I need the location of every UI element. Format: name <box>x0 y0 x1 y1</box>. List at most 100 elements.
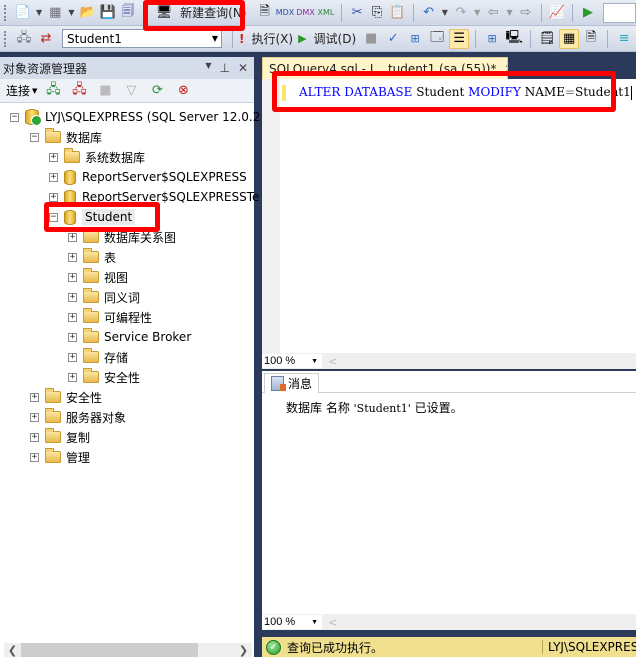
sql-editor[interactable]: ALTER DATABASE Student MODIFY NAME=Stude… <box>262 79 636 353</box>
results-to-file-icon[interactable]: 🗎 <box>581 29 601 49</box>
chevron-down-icon[interactable]: ▼ <box>68 8 74 17</box>
query-designer-icon[interactable]: 🗔 <box>427 29 447 49</box>
expand-icon[interactable]: + <box>68 272 77 282</box>
debug-button[interactable]: ▶ 调试(D) <box>298 30 359 47</box>
navigate-forward-icon[interactable]: ⇨ <box>517 3 535 23</box>
tree-node-system-databases[interactable]: + 系统数据库 <box>0 147 254 167</box>
tree-node-databases[interactable]: − 数据库 <box>0 127 254 147</box>
undo-icon[interactable]: ↶ <box>419 3 437 23</box>
include-actual-plan-icon[interactable]: ⊞ <box>482 29 502 49</box>
cut-icon[interactable]: ✂ <box>348 3 366 23</box>
tree-node-database[interactable]: + ReportServer$SQLEXPRESS <box>0 167 254 187</box>
display-estimated-plan-icon[interactable]: ⊞ <box>405 29 425 49</box>
start-powershell-icon[interactable]: ⊗ <box>173 81 193 101</box>
new-project-icon[interactable]: 📄 <box>14 3 32 23</box>
scroll-right-icon[interactable]: ❯ <box>235 644 252 657</box>
results-zoom-select[interactable]: 100 % ▼ <box>262 615 322 629</box>
expand-icon[interactable]: + <box>30 452 39 462</box>
stop-icon[interactable]: ■ <box>361 29 381 49</box>
tree-node-server[interactable]: − LYJ\SQLEXPRESS (SQL Server 12.0.2 <box>0 107 260 127</box>
tree-node-database[interactable]: + ReportServer$SQLEXPRESSTe <box>0 187 259 207</box>
tree-node-server-child[interactable]: + 服务器对象 <box>0 407 254 427</box>
copy-icon[interactable]: ⎘ <box>368 3 386 23</box>
tree-node-student[interactable]: − Student <box>0 207 254 227</box>
redo-icon[interactable]: ↷ <box>452 3 470 23</box>
expand-icon[interactable]: + <box>68 372 77 382</box>
tab-query[interactable]: SQLQuery4.sql - L...tudent1 (sa (55))* ✕ <box>262 57 508 79</box>
execute-button[interactable]: ! 执行(X) <box>239 30 296 47</box>
filter-icon[interactable]: ▽ <box>121 81 141 101</box>
collapse-icon[interactable]: − <box>49 212 58 222</box>
start-icon[interactable]: ▶ <box>579 3 597 23</box>
parse-checkmark-icon[interactable]: ✓ <box>383 29 403 49</box>
collapse-icon[interactable]: − <box>10 112 19 122</box>
scrollbar-thumb[interactable] <box>21 643 198 657</box>
tree-node-child[interactable]: + Service Broker <box>0 327 254 347</box>
pin-icon[interactable]: ⊥ <box>219 61 229 75</box>
window-position-dropdown-icon[interactable]: ▼ <box>205 61 211 75</box>
dmx-query-icon[interactable]: DMX <box>296 3 315 23</box>
results-to-text-icon[interactable]: 🗒 <box>537 29 557 49</box>
expand-icon[interactable]: + <box>30 412 39 422</box>
sql-code-line[interactable]: ALTER DATABASE Student MODIFY NAME=Stude… <box>299 85 632 100</box>
expand-icon[interactable]: + <box>30 432 39 442</box>
paste-icon[interactable]: 📋 <box>388 3 406 23</box>
database-engine-query-icon[interactable]: 🗎 <box>255 3 273 23</box>
connect-button[interactable]: 连接 ▼ <box>6 82 37 99</box>
add-item-icon[interactable]: ▦ <box>46 3 64 23</box>
tree-node-child[interactable]: + 同义词 <box>0 287 254 307</box>
toolbar-grip[interactable] <box>4 4 8 21</box>
expand-icon[interactable]: + <box>30 392 39 402</box>
stop-icon[interactable]: ■ <box>95 81 115 101</box>
expand-icon[interactable]: + <box>68 312 77 322</box>
connect-icon[interactable]: 🖧 <box>14 29 34 49</box>
tree-node-server-child[interactable]: + 复制 <box>0 427 254 447</box>
disconnect-icon[interactable]: 🖧 <box>69 81 89 101</box>
tree-node-server-child[interactable]: + 管理 <box>0 447 254 467</box>
expand-icon[interactable]: + <box>68 252 77 262</box>
expand-icon[interactable]: + <box>49 152 58 162</box>
chevron-down-icon[interactable]: ▼ <box>36 8 42 17</box>
scroll-left-icon[interactable]: < <box>328 616 337 629</box>
save-all-icon[interactable]: 🗐 <box>119 3 137 23</box>
tree-node-child[interactable]: + 表 <box>0 247 254 267</box>
tree-node-child[interactable]: + 视图 <box>0 267 254 287</box>
comment-lines-icon[interactable]: ≡ <box>614 29 634 49</box>
tree-node-child[interactable]: + 可编程性 <box>0 307 254 327</box>
close-tab-icon[interactable]: ✕ <box>504 62 507 76</box>
save-icon[interactable]: 💾 <box>99 3 117 23</box>
refresh-icon[interactable]: ⟳ <box>147 81 167 101</box>
mdx-query-icon[interactable]: MDX <box>276 3 295 23</box>
tree-node-child[interactable]: + 数据库关系图 <box>0 227 254 247</box>
expand-icon[interactable]: + <box>68 352 77 362</box>
available-databases-select[interactable]: Student1 ▼ <box>62 29 222 48</box>
close-icon[interactable]: ✕ <box>238 61 248 75</box>
tab-messages[interactable]: 消息 <box>264 373 320 394</box>
tree-node-child[interactable]: + 安全性 <box>0 367 254 387</box>
expand-icon[interactable]: + <box>68 232 77 242</box>
expand-icon[interactable]: + <box>49 192 58 202</box>
tree-node-server-child[interactable]: + 安全性 <box>0 387 254 407</box>
tree-node-child[interactable]: + 存储 <box>0 347 254 367</box>
client-statistics-icon[interactable]: 🖳 <box>504 29 524 49</box>
expand-icon[interactable]: + <box>68 292 77 302</box>
scroll-left-icon[interactable]: < <box>328 355 337 368</box>
xmla-query-icon[interactable]: XML <box>317 3 335 23</box>
collapse-icon[interactable]: − <box>30 132 39 142</box>
navigate-backward-icon[interactable]: ⇦ <box>484 3 502 23</box>
activity-monitor-icon[interactable]: 📈 <box>548 3 566 23</box>
chevron-down-icon[interactable]: ▼ <box>442 8 448 17</box>
expand-icon[interactable]: + <box>49 172 58 182</box>
query-options-icon[interactable]: ☰ <box>449 28 470 49</box>
expand-icon[interactable]: + <box>68 332 77 342</box>
toolbar-grip[interactable] <box>4 30 8 47</box>
connect-object-explorer-icon[interactable]: 🖧 <box>43 81 63 101</box>
change-connection-icon[interactable]: ⇄ <box>36 29 56 49</box>
find-input[interactable] <box>603 2 636 23</box>
new-query-button[interactable]: 🖥 新建查询(N) <box>150 2 253 24</box>
results-to-grid-icon[interactable]: ▦ <box>559 28 580 49</box>
chevron-down-icon[interactable]: ▼ <box>506 8 512 17</box>
editor-zoom-select[interactable]: 100 % ▼ <box>262 354 322 368</box>
open-file-icon[interactable]: 📂 <box>79 3 97 23</box>
chevron-down-icon[interactable]: ▼ <box>474 8 480 17</box>
